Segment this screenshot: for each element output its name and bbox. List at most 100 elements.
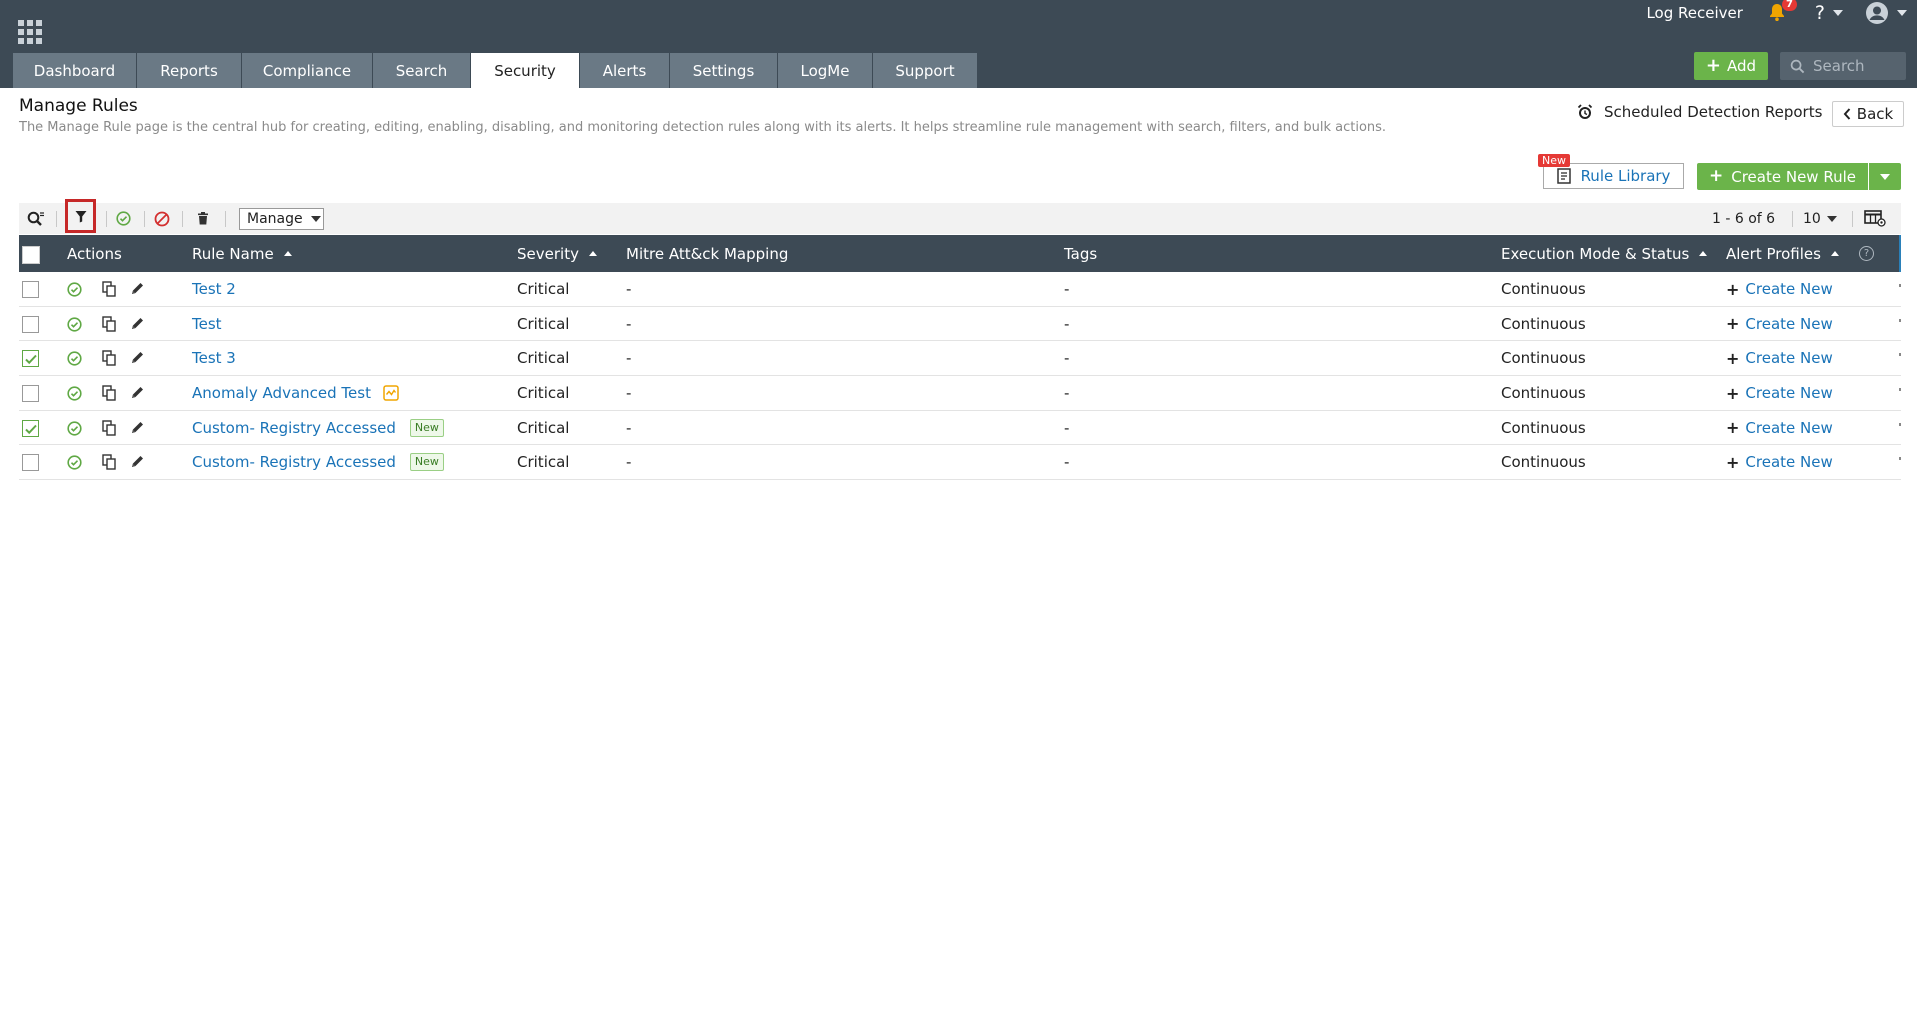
row-checkbox[interactable] (22, 315, 39, 333)
copy-rule-icon[interactable] (102, 420, 116, 440)
tab-support[interactable]: Support (873, 53, 977, 88)
rule-name-link[interactable]: Test (192, 315, 222, 333)
rule-name-link[interactable]: Custom- Registry Accessed (192, 453, 396, 471)
tab-dashboard[interactable]: Dashboard (13, 53, 136, 88)
create-new-alert-link[interactable]: Create New (1745, 384, 1832, 402)
copy-rule-icon[interactable] (102, 385, 116, 405)
app-grid-icon[interactable] (18, 20, 42, 44)
enable-rule-icon[interactable] (67, 317, 82, 336)
tab-search[interactable]: Search (373, 53, 470, 88)
tab-security[interactable]: Security (471, 53, 579, 88)
column-header-rule-name[interactable]: Rule Name (192, 235, 292, 272)
back-button[interactable]: Back (1832, 101, 1904, 127)
severity-cell: Critical (517, 384, 570, 403)
execution-mode-cell: Continuous (1501, 280, 1586, 298)
edit-pencil-icon[interactable] (130, 454, 145, 473)
table-header: Actions Rule Name Severity Mitre Att&ck … (19, 235, 1901, 272)
chevron-down-icon (1826, 215, 1837, 222)
edit-pencil-icon[interactable] (130, 316, 145, 335)
notification-bell-icon[interactable]: 7 (1767, 0, 1797, 24)
mitre-mapping-cell: - (626, 314, 632, 333)
filter-button[interactable] (65, 199, 96, 233)
column-header-severity[interactable]: Severity (517, 235, 597, 272)
table-row: Anomaly Advanced Test Critical - - Conti… (19, 376, 1901, 411)
rule-name-link[interactable]: Anomaly Advanced Test (192, 384, 371, 402)
create-new-rule-button[interactable]: + Create New Rule (1697, 163, 1868, 190)
row-checkbox[interactable] (22, 385, 39, 403)
execution-mode-cell: Continuous (1501, 384, 1586, 403)
plus-icon: + (1726, 314, 1740, 334)
enable-rule-icon[interactable] (67, 421, 82, 440)
row-checkbox[interactable] (22, 281, 39, 298)
edit-pencil-icon[interactable] (130, 385, 145, 404)
rule-name-link[interactable]: Test 3 (192, 349, 236, 367)
create-new-alert-link[interactable]: Create New (1745, 453, 1832, 471)
enable-rule-icon[interactable] (67, 282, 82, 301)
severity-cell: Critical (517, 314, 570, 333)
rows-per-page-value: 10 (1803, 210, 1821, 227)
enable-rule-icon[interactable] (111, 203, 135, 234)
rule-name-cell: Anomaly Advanced Test (192, 376, 399, 410)
tab-compliance[interactable]: Compliance (242, 53, 372, 88)
create-rule-dropdown-button[interactable] (1869, 163, 1901, 190)
manage-dropdown-label: Manage (247, 211, 303, 227)
question-circle-icon[interactable]: ? (1859, 246, 1874, 261)
add-button[interactable]: + Add (1694, 52, 1768, 80)
user-avatar-icon[interactable] (1865, 1, 1889, 25)
column-header-execution-mode[interactable]: Execution Mode & Status (1501, 235, 1708, 272)
severity-cell: Critical (517, 418, 570, 437)
manage-dropdown[interactable]: Manage (239, 208, 324, 230)
execution-mode-cell: Continuous (1501, 349, 1586, 368)
select-all-checkbox[interactable] (22, 246, 40, 264)
top-right-controls: Log Receiver 7 ? (1646, 0, 1917, 26)
scheduled-detection-reports-link[interactable]: Scheduled Detection Reports (1576, 103, 1822, 121)
edit-pencil-icon[interactable] (130, 281, 145, 300)
log-receiver-link[interactable]: Log Receiver (1646, 4, 1742, 22)
column-chooser-icon[interactable] (1864, 209, 1886, 231)
rows-per-page-dropdown[interactable]: 10 (1803, 203, 1837, 234)
row-checkbox[interactable] (22, 419, 39, 437)
rule-name-link[interactable]: Custom- Registry Accessed (192, 419, 396, 437)
chevron-down-icon (310, 216, 321, 222)
help-icon[interactable]: ? (1815, 2, 1825, 24)
back-label: Back (1856, 105, 1894, 123)
row-edge-marker (1899, 353, 1901, 357)
create-new-alert-link[interactable]: Create New (1745, 280, 1832, 298)
tab-reports[interactable]: Reports (137, 53, 241, 88)
row-checkbox[interactable] (22, 350, 39, 368)
plus-icon: + (1726, 418, 1740, 438)
disable-rule-icon[interactable] (150, 203, 174, 234)
create-new-alert-link[interactable]: Create New (1745, 315, 1832, 333)
sort-ascending-icon (588, 251, 597, 256)
rule-name-link[interactable]: Test 2 (192, 280, 236, 298)
help-dropdown-caret-icon[interactable] (1833, 10, 1843, 16)
user-dropdown-caret-icon[interactable] (1897, 10, 1907, 16)
create-new-alert-link[interactable]: Create New (1745, 419, 1832, 437)
alert-profile-cell: + Create New (1726, 411, 1833, 445)
create-new-alert-link[interactable]: Create New (1745, 349, 1832, 367)
row-edge-marker (1899, 318, 1901, 322)
tab-settings[interactable]: Settings (670, 53, 777, 88)
enable-rule-icon[interactable] (67, 455, 82, 474)
column-header-alert-profiles[interactable]: Alert Profiles (1726, 235, 1839, 272)
advanced-search-icon[interactable] (25, 203, 47, 234)
pagination-info: 1 - 6 of 6 (1712, 210, 1776, 227)
copy-rule-icon[interactable] (102, 454, 116, 474)
enable-rule-icon[interactable] (67, 351, 82, 370)
rule-name-cell: Custom- Registry Accessed New (192, 445, 444, 479)
copy-rule-icon[interactable] (102, 315, 116, 336)
new-rule-badge: New (409, 453, 444, 472)
row-checkbox[interactable] (22, 454, 39, 472)
global-search-input[interactable]: Search (1780, 52, 1906, 80)
copy-rule-icon[interactable] (102, 350, 116, 370)
edit-pencil-icon[interactable] (130, 420, 145, 439)
enable-rule-icon[interactable] (67, 386, 82, 405)
toolbar-divider (1852, 211, 1853, 227)
alert-profile-cell: + Create New (1726, 445, 1833, 479)
edit-pencil-icon[interactable] (130, 350, 145, 369)
row-edge-marker (1899, 422, 1901, 426)
tab-alerts[interactable]: Alerts (580, 53, 669, 88)
delete-trash-icon[interactable] (193, 203, 213, 234)
tab-logme[interactable]: LogMe (778, 53, 872, 88)
copy-rule-icon[interactable] (102, 281, 116, 301)
